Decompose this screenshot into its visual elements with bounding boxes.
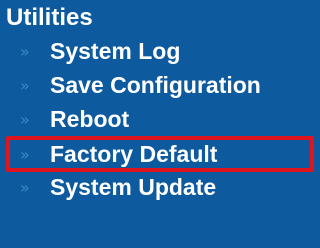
sidebar-item-save-configuration[interactable]: » Save Configuration bbox=[20, 70, 316, 100]
sidebar-item-label: Save Configuration bbox=[50, 71, 261, 98]
sidebar-item-label: Factory Default bbox=[50, 140, 218, 167]
utilities-sidebar: Utilities » System Log » Save Configurat… bbox=[0, 0, 320, 248]
sidebar-item-label: System Update bbox=[50, 173, 217, 200]
double-chevron-right-icon: » bbox=[20, 75, 30, 95]
double-chevron-right-icon: » bbox=[20, 109, 30, 129]
sidebar-item-factory-default[interactable]: » Factory Default bbox=[20, 139, 316, 169]
sidebar-item-reboot[interactable]: » Reboot bbox=[20, 104, 316, 134]
double-chevron-right-icon: » bbox=[20, 177, 30, 197]
sidebar-title: Utilities bbox=[6, 4, 93, 31]
sidebar-item-label: System Log bbox=[50, 37, 181, 64]
sidebar-item-system-update[interactable]: » System Update bbox=[20, 172, 316, 202]
double-chevron-right-icon: » bbox=[20, 41, 30, 61]
sidebar-item-system-log[interactable]: » System Log bbox=[20, 36, 316, 66]
sidebar-item-label: Reboot bbox=[50, 105, 130, 132]
double-chevron-right-icon: » bbox=[20, 144, 30, 164]
